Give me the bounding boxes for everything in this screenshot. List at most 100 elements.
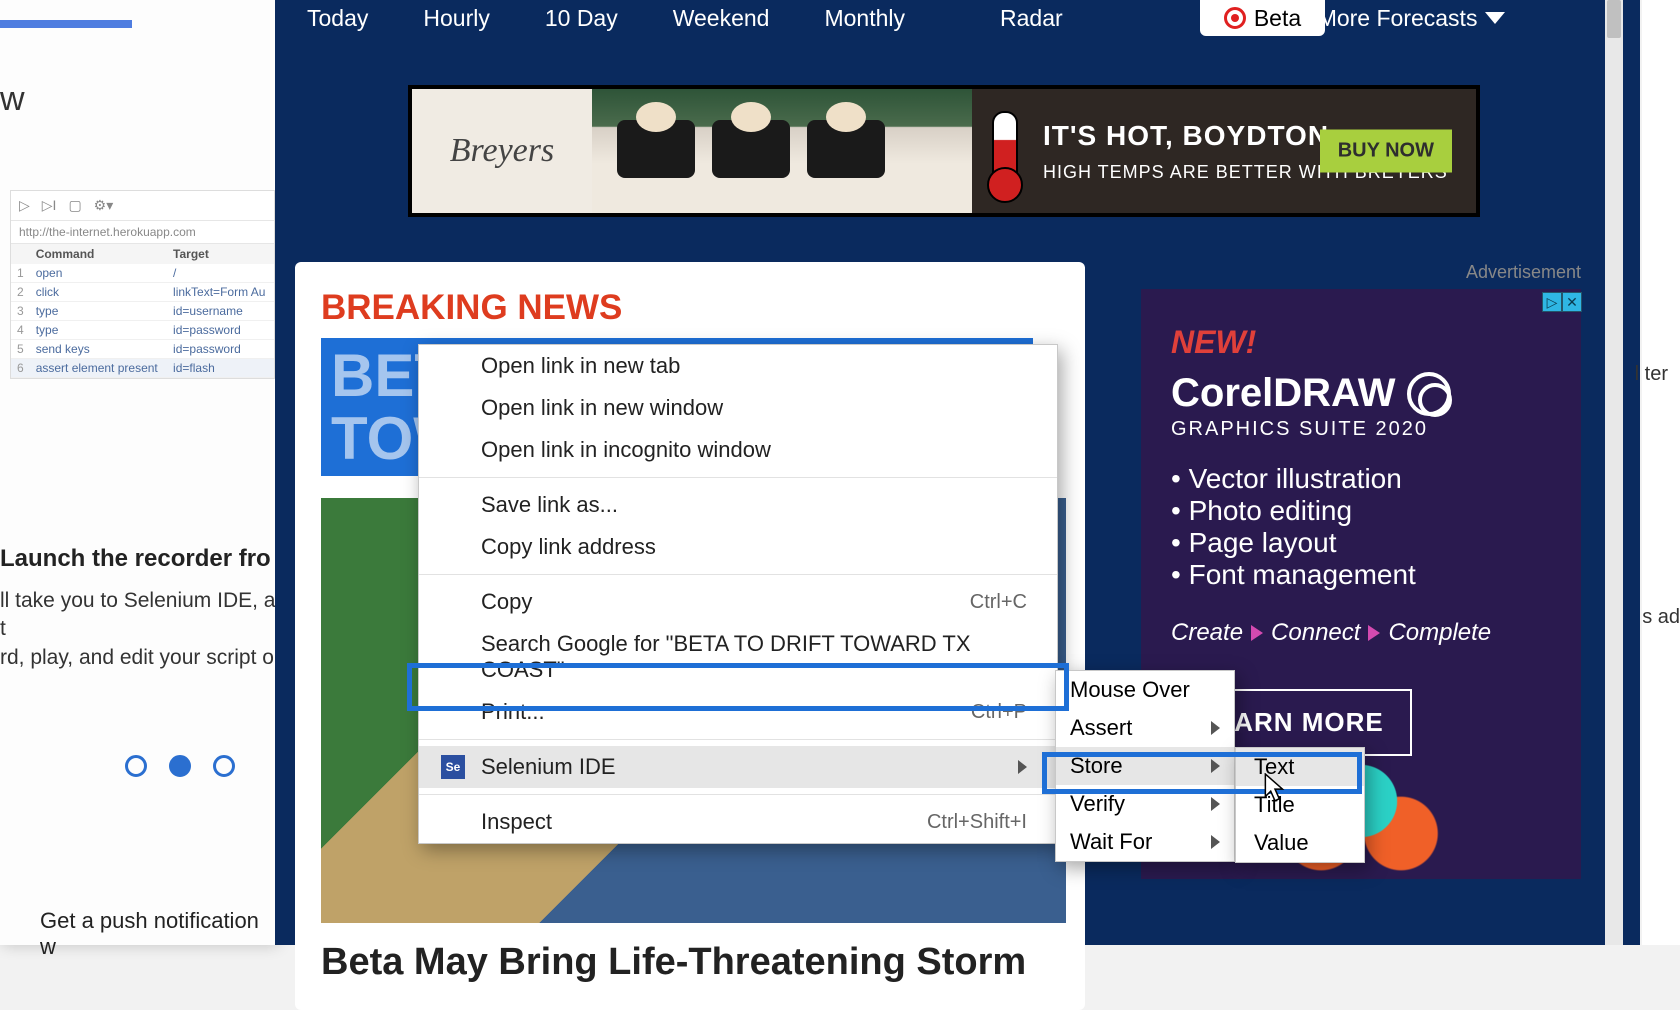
ctx-print[interactable]: Print...Ctrl+P xyxy=(419,691,1057,733)
thermometer-icon xyxy=(992,111,1018,191)
ad-feature: Font management xyxy=(1171,559,1551,591)
store-submenu: Text Title Value xyxy=(1235,747,1365,863)
shortcut-label: Ctrl+Shift+I xyxy=(927,811,1027,834)
ctx-open-new-window[interactable]: Open link in new window xyxy=(419,387,1057,429)
ad-feature-list: Vector illustration Photo editing Page l… xyxy=(1171,463,1551,591)
partial-title-text: w xyxy=(0,80,25,119)
nav-10day[interactable]: 10 Day xyxy=(545,5,618,32)
submenu-arrow-icon xyxy=(1018,760,1027,774)
ad-suite: GRAPHICS SUITE 2020 xyxy=(1171,418,1551,441)
table-row[interactable]: 6assert element presentid=flash xyxy=(11,359,274,378)
nav-hourly[interactable]: Hourly xyxy=(423,5,489,32)
partial-text: s ad xyxy=(1642,606,1680,629)
ctx-selenium-ide[interactable]: Se Selenium IDE xyxy=(419,746,1057,788)
ad-choices[interactable]: ▷✕ xyxy=(1542,292,1582,312)
sub-store[interactable]: Store xyxy=(1056,747,1234,785)
help-line: ll take you to Selenium IDE, a t xyxy=(0,587,280,644)
submenu-arrow-icon xyxy=(1211,759,1220,773)
ctx-copy[interactable]: CopyCtrl+C xyxy=(419,581,1057,623)
nav-monthly[interactable]: Monthly xyxy=(824,5,905,32)
ctx-separator xyxy=(419,739,1057,740)
ad-brand: Breyers xyxy=(412,89,592,213)
ad-feature: Page layout xyxy=(1171,527,1551,559)
dot[interactable] xyxy=(213,755,235,777)
ad-feature: Vector illustration xyxy=(1171,463,1551,495)
coreldraw-balloon-icon xyxy=(1407,372,1451,416)
nav-radar[interactable]: Radar xyxy=(1000,5,1063,32)
play-icon[interactable]: ▷ xyxy=(19,197,30,214)
breaking-news-label: BREAKING NEWS xyxy=(321,288,1059,328)
recorder-help-text: Launch the recorder fro ll take you to S… xyxy=(0,545,280,672)
ad-brand-name: CorelDRAW xyxy=(1171,371,1395,416)
ctx-search-google[interactable]: Search Google for "BETA TO DRIFT TOWARD … xyxy=(419,623,1057,691)
table-row[interactable]: 3typeid=username xyxy=(11,302,274,321)
push-notification-text: Get a push notification w xyxy=(40,908,275,960)
forecast-nav: Today Hourly 10 Day Weekend Monthly Rada… xyxy=(275,0,1605,36)
sub-wait-for[interactable]: Wait For xyxy=(1056,823,1234,861)
ide-steps-table: CommandTarget 1open/ 2clicklinkText=Form… xyxy=(11,244,274,378)
ice-cream-tub-icon xyxy=(807,120,885,178)
nav-today[interactable]: Today xyxy=(307,5,368,32)
table-row[interactable]: 2clicklinkText=Form Au xyxy=(11,283,274,302)
ice-cream-tub-icon xyxy=(712,120,790,178)
ad-new-badge: NEW! xyxy=(1171,324,1551,361)
sub2-text[interactable]: Text xyxy=(1236,748,1364,786)
ctx-separator xyxy=(419,574,1057,575)
article-title[interactable]: Beta May Bring Life-Threatening Storm xyxy=(321,941,1059,984)
scrollbar-thumb[interactable] xyxy=(1607,0,1621,38)
ide-toolbar: ▷ ▷I ▢ ⚙▾ xyxy=(11,191,274,221)
pager-dots xyxy=(125,755,235,777)
nav-more-forecasts[interactable]: More Forecasts xyxy=(1318,5,1506,32)
selenium-ide-panel: ▷ ▷I ▢ ⚙▾ http://the-internet.herokuapp.… xyxy=(10,190,275,379)
ad-text-panel: IT'S HOT, BOYDTON HIGH TEMPS ARE BETTER … xyxy=(972,89,1476,213)
ice-cream-tub-icon xyxy=(617,120,695,178)
sub-assert[interactable]: Assert xyxy=(1056,709,1234,747)
chevron-right-icon xyxy=(1368,625,1380,641)
nav-more-label: More Forecasts xyxy=(1318,5,1478,32)
ctx-inspect[interactable]: InspectCtrl+Shift+I xyxy=(419,801,1057,843)
nav-weekend[interactable]: Weekend xyxy=(673,5,770,32)
nav-beta-label: Beta xyxy=(1254,5,1301,32)
ad-product-image xyxy=(592,89,972,213)
help-line: rd, play, and edit your script o xyxy=(0,644,280,672)
record-icon xyxy=(1224,7,1246,29)
ctx-save-link-as[interactable]: Save link as... xyxy=(419,484,1057,526)
ad-brand-line: CorelDRAW xyxy=(1171,371,1551,416)
gear-icon[interactable]: ⚙▾ xyxy=(94,197,114,214)
submenu-arrow-icon xyxy=(1211,835,1220,849)
ctx-separator xyxy=(419,477,1057,478)
table-row[interactable]: 5send keysid=password xyxy=(11,340,274,359)
sub2-title[interactable]: Title xyxy=(1236,786,1364,824)
ctx-open-new-tab[interactable]: Open link in new tab xyxy=(419,345,1057,387)
dot-active[interactable] xyxy=(169,755,191,777)
banner-ad[interactable]: Breyers IT'S HOT, BOYDTON HIGH TEMPS ARE… xyxy=(408,85,1480,217)
sub-mouse-over[interactable]: Mouse Over xyxy=(1056,671,1234,709)
table-row[interactable]: 4typeid=password xyxy=(11,321,274,340)
mouse-cursor-icon xyxy=(1264,773,1286,803)
step-icon[interactable]: ▷I xyxy=(42,197,57,214)
col-target: Target xyxy=(167,244,274,264)
shortcut-label: Ctrl+P xyxy=(971,701,1027,724)
submenu-arrow-icon xyxy=(1211,797,1220,811)
selenium-icon: Se xyxy=(441,755,465,779)
table-row[interactable]: 1open/ xyxy=(11,264,274,283)
shortcut-label: Ctrl+C xyxy=(970,591,1027,614)
dot[interactable] xyxy=(125,755,147,777)
selenium-submenu: Mouse Over Assert Store Verify Wait For xyxy=(1055,670,1235,862)
help-heading: Launch the recorder fro xyxy=(0,545,280,573)
chevron-right-icon xyxy=(1251,625,1263,641)
ide-url-field: http://the-internet.herokuapp.com xyxy=(11,221,274,244)
nav-beta-tab[interactable]: Beta xyxy=(1200,0,1325,36)
sub-verify[interactable]: Verify xyxy=(1056,785,1234,823)
page-scrollbar[interactable] xyxy=(1605,0,1623,945)
partial-text: l ter xyxy=(1635,363,1668,386)
chevron-down-icon xyxy=(1485,12,1505,24)
ctx-open-incognito[interactable]: Open link in incognito window xyxy=(419,429,1057,471)
sub2-value[interactable]: Value xyxy=(1236,824,1364,862)
context-menu: Open link in new tab Open link in new wi… xyxy=(418,344,1058,844)
buy-now-button[interactable]: BUY NOW xyxy=(1320,130,1452,173)
ctx-copy-link-address[interactable]: Copy link address xyxy=(419,526,1057,568)
left-tab-indicator xyxy=(0,20,132,28)
stop-icon[interactable]: ▢ xyxy=(68,197,81,214)
advertisement-label: Advertisement xyxy=(1101,262,1581,283)
